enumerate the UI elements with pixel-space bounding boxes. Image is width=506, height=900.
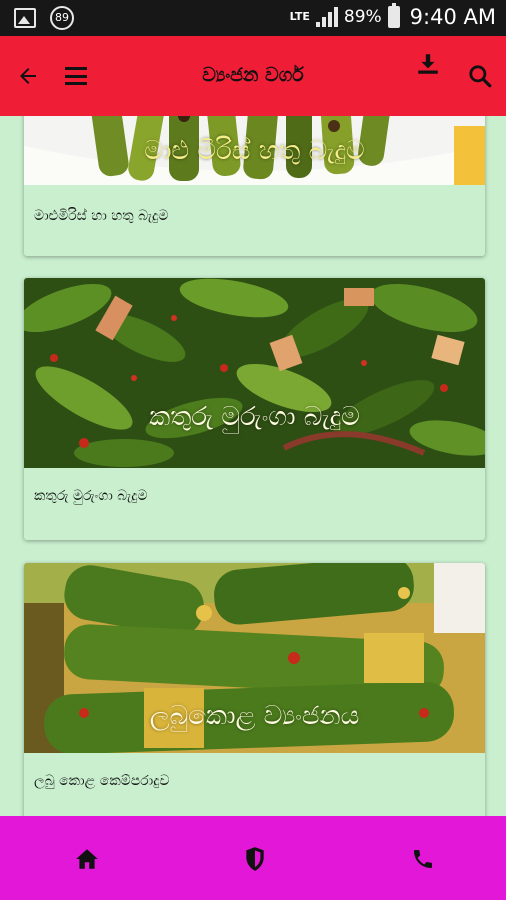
search-button[interactable] — [462, 58, 498, 94]
clock: 9:40 AM — [409, 5, 496, 29]
app-bar: ව්‍යංජන වර්ග — [0, 36, 506, 116]
phone-icon — [414, 850, 432, 868]
bottom-navigation — [0, 816, 506, 900]
download-icon — [418, 54, 438, 74]
recipe-list[interactable]: මාළු මිරිස් හතු බැදුම මාළුමිරිස් හා හතු … — [0, 116, 506, 816]
image-notification-icon — [14, 8, 36, 28]
recipe-overlay-title: ලබුකොළ ව්‍යංජනය — [149, 701, 360, 731]
lte-label: LTE — [289, 10, 310, 23]
privacy-button[interactable] — [240, 844, 270, 874]
recipe-card[interactable]: ලබුකොළ ව්‍යංජනය ලබු කොළ කෙම්පරාදුව — [24, 563, 485, 816]
battery-percent: 89% — [343, 7, 382, 27]
call-button[interactable] — [408, 844, 438, 874]
recipe-overlay-title: මාළු මිරිස් හතු බැදුම — [144, 136, 365, 166]
shield-icon — [246, 847, 264, 871]
home-button[interactable] — [72, 844, 102, 874]
status-bar: 89 LTE 89% 9:40 AM — [0, 0, 506, 36]
signal-icon — [315, 7, 338, 27]
search-icon — [469, 65, 492, 88]
home-icon — [76, 849, 98, 869]
recipe-image: කතුරු මුරුංගා බැදුම — [24, 278, 485, 468]
recipe-title: කතුරු මුරුංගා බැදුම — [34, 488, 148, 504]
battery-icon — [387, 3, 400, 28]
recipe-overlay-title: කතුරු මුරුංගා බැදුම — [149, 402, 360, 432]
notification-badge: 89 — [50, 6, 74, 30]
download-button[interactable] — [410, 46, 446, 82]
recipe-title: මාළුමිරිස් හා හතු බැදුම — [34, 208, 169, 224]
recipe-card[interactable]: කතුරු මුරුංගා බැදුම කතුරු මුරුංගා බැදුම — [24, 278, 485, 540]
recipe-card[interactable]: මාළු මිරිස් හතු බැදුම මාළුමිරිස් හා හතු … — [24, 116, 485, 256]
recipe-title: ලබු කොළ කෙම්පරාදුව — [34, 773, 170, 789]
recipe-image: මාළු මිරිස් හතු බැදුම — [24, 116, 485, 185]
recipe-image: ලබුකොළ ව්‍යංජනය — [24, 563, 485, 753]
